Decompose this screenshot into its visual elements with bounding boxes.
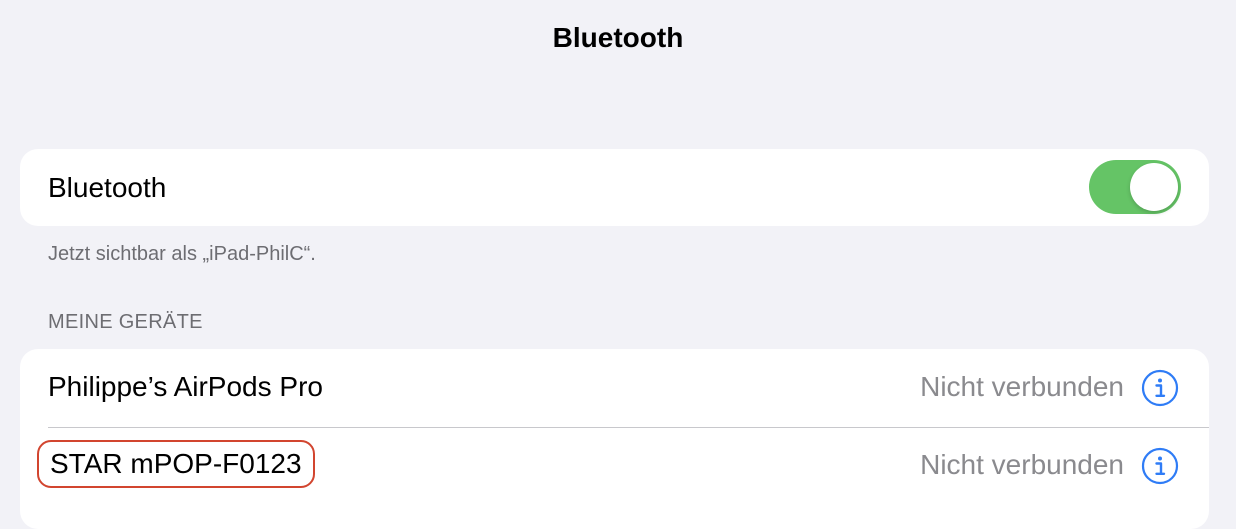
- my-devices-header: MEINE GERÄTE: [48, 311, 203, 333]
- info-icon[interactable]: [1141, 369, 1179, 407]
- nav-title: Bluetooth: [552, 22, 684, 53]
- device-row-airpods[interactable]: Philippe’s AirPods Pro Nicht verbunden: [20, 349, 1209, 427]
- device-name: Philippe’s AirPods Pro: [48, 371, 323, 402]
- bluetooth-toggle-switch[interactable]: [1089, 160, 1181, 214]
- bluetooth-toggle-label: Bluetooth: [48, 171, 167, 203]
- bluetooth-toggle-row: Bluetooth: [20, 149, 1209, 226]
- device-row-star-mpop[interactable]: STAR mPOP-F0123 Nicht verbunden: [20, 427, 1209, 505]
- toggle-knob: [1130, 163, 1178, 211]
- my-devices-list: Philippe’s AirPods Pro Nicht verbunden S…: [20, 349, 1209, 529]
- info-icon[interactable]: [1141, 447, 1179, 485]
- device-status: Nicht verbunden: [920, 371, 1124, 402]
- bluetooth-settings-card: Bluetooth: [20, 149, 1209, 226]
- visibility-note: Jetzt sichtbar als „iPad-PhilC“.: [48, 243, 316, 265]
- device-name-highlighted: STAR mPOP-F0123: [37, 440, 315, 488]
- device-status: Nicht verbunden: [920, 449, 1124, 480]
